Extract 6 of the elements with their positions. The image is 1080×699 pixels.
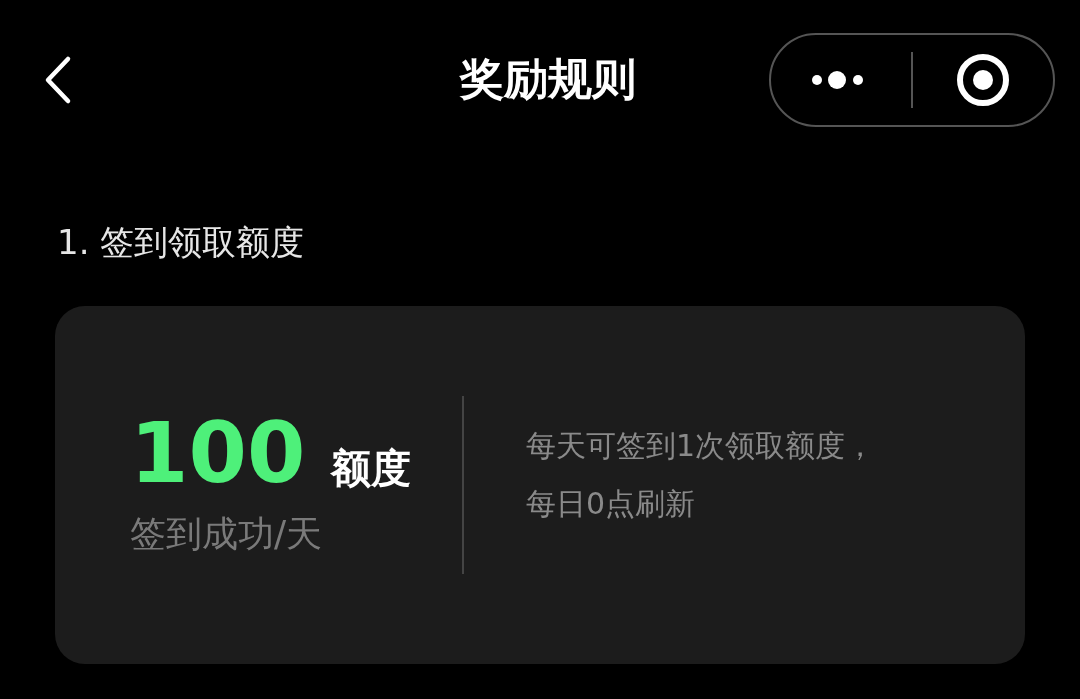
reward-description: 每天可签到1次领取额度，每日0点刷新 bbox=[526, 427, 876, 523]
reward-amount: 100 bbox=[130, 411, 306, 495]
page-title: 奖励规则 bbox=[459, 52, 636, 106]
reward-caption: 签到成功/天 bbox=[130, 512, 324, 556]
section-title: 1. 签到领取额度 bbox=[57, 221, 306, 264]
reward-unit: 额度 bbox=[331, 444, 412, 493]
